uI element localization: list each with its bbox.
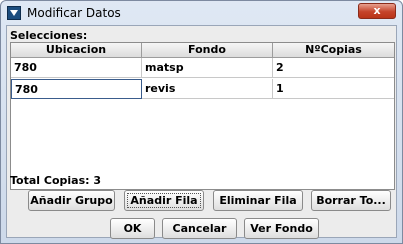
dialog-window: Modificar Datos x Selecciones: Ubicacion… (0, 0, 403, 244)
cell-fondo[interactable]: revis (142, 79, 273, 99)
column-header-ubicacion[interactable]: Ubicacion (11, 43, 142, 57)
table-header: Ubicacion Fondo NºCopias (11, 43, 394, 58)
cell-ubicacion[interactable]: 780 (11, 58, 142, 78)
copies-table: Ubicacion Fondo NºCopias 780 matsp 2 780… (10, 42, 395, 190)
dialog-content: Selecciones: Ubicacion Fondo NºCopias 78… (6, 25, 397, 239)
cell-copias[interactable]: 2 (273, 58, 394, 78)
close-button[interactable]: x (358, 3, 396, 19)
cell-ubicacion-focused[interactable]: 780 (11, 79, 142, 99)
add-row-button[interactable]: Añadir Fila (124, 190, 204, 211)
delete-row-button[interactable]: Eliminar Fila (213, 190, 303, 211)
column-header-fondo[interactable]: Fondo (142, 43, 273, 57)
title-bar[interactable]: Modificar Datos x (1, 1, 402, 25)
cell-fondo[interactable]: matsp (142, 58, 273, 78)
table-row[interactable]: 780 revis 1 (11, 79, 394, 99)
table-row[interactable]: 780 matsp 2 (11, 58, 394, 78)
selections-label: Selecciones: (10, 29, 88, 42)
window-title: Modificar Datos (27, 6, 121, 20)
total-copies-label: Total Copias: 3 (10, 174, 102, 187)
cancel-button[interactable]: Cancelar (162, 218, 237, 239)
column-header-copias[interactable]: NºCopias (273, 43, 394, 57)
app-icon (7, 6, 21, 20)
ok-button[interactable]: OK (110, 218, 155, 239)
view-fondo-button[interactable]: Ver Fondo (244, 218, 319, 239)
cell-copias[interactable]: 1 (273, 79, 394, 99)
clear-all-button[interactable]: Borrar To... (311, 190, 391, 211)
add-group-button[interactable]: Añadir Grupo (28, 190, 115, 211)
